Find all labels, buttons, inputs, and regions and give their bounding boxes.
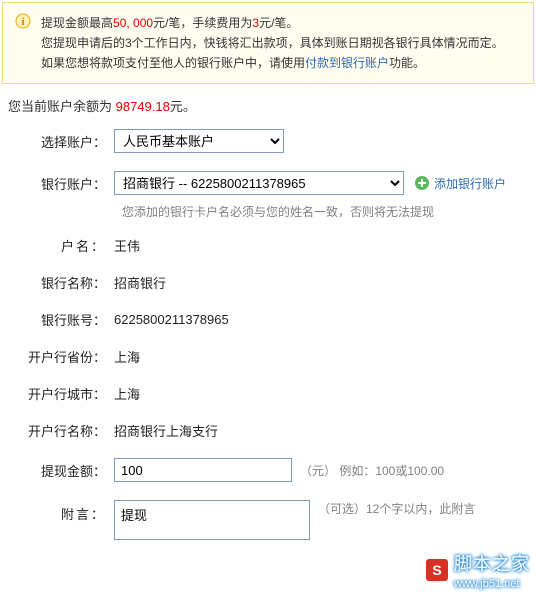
label-message: 附言：: [8, 500, 114, 523]
watermark-name: 脚本之家: [454, 554, 530, 574]
amount-input[interactable]: [114, 458, 292, 482]
footer: S 脚本之家 www.jb51.net: [0, 558, 536, 592]
svg-text:i: i: [21, 16, 24, 28]
value-bank-name: 招商银行: [114, 273, 166, 292]
notice-box: i 提现金额最高50, 000元/笔，手续费用为3元/笔。 您提现申请后的3个工…: [2, 2, 534, 84]
label-bank-no: 银行账号：: [8, 310, 114, 329]
notice-line-2: 您提现申请后的3个工作日内，快钱将汇出款项，具体到账日期视各银行具体情况而定。: [41, 33, 521, 53]
value-bank-no: 6225800211378965: [114, 312, 229, 327]
label-province: 开户行省份：: [8, 347, 114, 366]
value-province: 上海: [114, 347, 140, 366]
amount-hint: （元） 例如：100或100.00: [300, 462, 444, 479]
label-bank-account: 银行账户：: [8, 174, 114, 193]
label-city: 开户行城市：: [8, 384, 114, 403]
value-branch: 招商银行上海支行: [114, 421, 218, 440]
message-input[interactable]: 提现: [114, 500, 310, 540]
balance-line: 您当前账户余额为 98749.18元。: [8, 96, 528, 115]
watermark: S 脚本之家 www.jb51.net: [426, 550, 530, 590]
message-hint: （可选）12个字以内，此附言: [318, 500, 475, 517]
add-icon: [414, 175, 430, 191]
hint-bank-name-match: 您添加的银行卡户名必须与您的姓名一致，否则将无法提现: [122, 203, 528, 220]
watermark-url: www.jb51.net: [454, 578, 519, 590]
label-bank-name: 银行名称：: [8, 273, 114, 292]
info-icon: i: [15, 13, 31, 29]
watermark-badge-icon: S: [426, 559, 448, 581]
svg-text:S: S: [432, 562, 441, 578]
withdraw-form: 选择账户： 人民币基本账户 银行账户： 招商银行 -- 622580021137…: [8, 129, 528, 540]
notice-line-1: 提现金额最高50, 000元/笔，手续费用为3元/笔。: [41, 13, 521, 33]
value-owner-name: 王伟: [114, 236, 140, 255]
label-owner-name: 户名：: [8, 236, 114, 255]
select-bank-account[interactable]: 招商银行 -- 6225800211378965: [114, 171, 404, 195]
pay-to-bank-link[interactable]: 付款到银行账户: [305, 56, 389, 70]
add-bank-account-link[interactable]: 添加银行账户: [414, 175, 506, 192]
label-amount: 提现金额：: [8, 461, 114, 480]
label-branch: 开户行名称：: [8, 421, 114, 440]
value-city: 上海: [114, 384, 140, 403]
label-select-account: 选择账户：: [8, 132, 114, 151]
notice-line-3: 如果您想将款项支付至他人的银行账户中，请使用付款到银行账户功能。: [41, 53, 521, 73]
balance-amount: 98749.18: [116, 99, 170, 114]
select-account[interactable]: 人民币基本账户: [114, 129, 284, 153]
